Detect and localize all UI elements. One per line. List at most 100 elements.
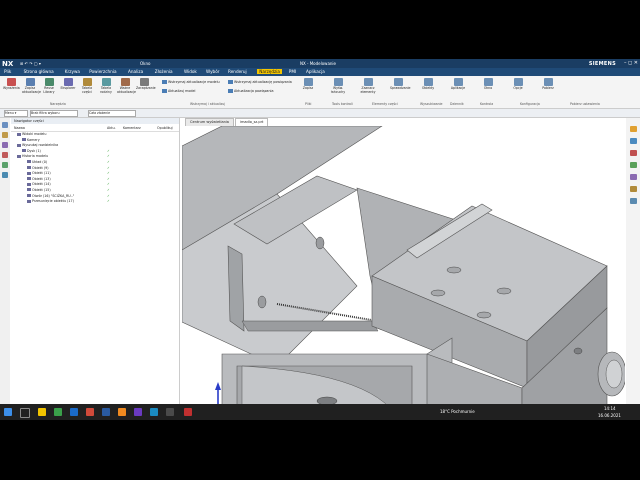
app-icon[interactable] [134,408,142,416]
selection-scope-dropdown[interactable]: Cała złożenie [88,110,136,117]
clock-time[interactable]: 14:14 [604,406,616,411]
clock-date[interactable]: 16.06.2021 [598,413,621,418]
ribbon-button-icon [393,78,403,86]
render-style-icon[interactable] [630,174,637,180]
column-header[interactable]: Opublikuj [157,126,173,130]
ribbon-button[interactable]: Wyrażenia [3,78,20,98]
ribbon-button[interactable]: Tabela rodziny [98,78,114,98]
ribbon-button[interactable]: Eksplorer [60,78,76,98]
ribbon-group-label: Wstrzymaj i aktualizuj [190,102,226,106]
ribbon-item[interactable]: Wstrzymaj aktualizacje modelu [162,80,220,84]
section-icon[interactable] [630,186,637,192]
ribbon-group-label: Konfiguracja [520,102,540,106]
tree-row[interactable]: Przesunięcie obiektu (17) ✓ [11,199,179,205]
start-icon[interactable] [4,408,12,416]
ribbon-item-icon [162,89,167,93]
menu-strona-główna[interactable]: Strona główna [24,69,54,74]
tree-row-label: Historia modelu [22,154,49,159]
pan-icon[interactable] [630,162,637,168]
ribbon-button[interactable]: Sprawdzanie [390,78,410,98]
selection-filter-dropdown[interactable]: Brak filtra wyboru [30,110,78,117]
ribbon-button-label: Wyrażenia [3,86,20,90]
graphics-window[interactable] [181,125,627,420]
weather-widget[interactable]: 18°C Pochmurnie [440,409,475,414]
selection-bar: Menu ▾ Brak filtra wyboru Cała złożenie [0,109,640,118]
feature-icon [27,194,31,198]
ribbon-button-icon [101,78,111,86]
file-explorer-icon[interactable] [38,408,46,416]
menu-wybór[interactable]: Wybór [206,69,220,74]
tree-row-label: Obiekt (11) [32,171,51,176]
ribbon-button[interactable]: Reuse Library [41,78,57,98]
ribbon-button[interactable]: Pobierz [540,78,556,98]
ribbon-group-label: Pobierz ustawienia [570,102,600,106]
ribbon-button[interactable]: Opcje [510,78,526,98]
ribbon-button[interactable]: Obiekty [420,78,436,98]
column-header[interactable]: Aktu. [107,126,116,130]
feature-icon [17,132,21,136]
search-icon[interactable] [20,408,30,418]
menu-renderuj[interactable]: Renderuj [228,69,247,74]
ribbon-button[interactable]: Ważne aktualizacje [117,78,136,98]
feature-icon [17,154,21,158]
tree-row-label: Wyszukaj rozdzielnika [22,143,59,148]
window-title: NX - Modelowanie [300,61,337,66]
menu-powierzchnia[interactable]: Powierzchnia [89,69,116,74]
window-controls[interactable]: – ◻ ✕ [624,60,638,66]
zoom-icon[interactable] [630,138,637,144]
title-bar: NX ⊞ ↶ ↷ ▢ ▾ Okno NX - Modelowanie SIEME… [0,59,640,68]
menu-aplikacja[interactable]: Aplikacja [306,69,325,74]
tree-row-label: Obiekt (15) [32,187,51,192]
ribbon-item[interactable]: Wstrzymaj aktualizację powiązania [228,80,292,84]
ribbon-button[interactable]: Aplikacje [450,78,466,98]
ribbon-button[interactable]: Zapisz aktualizacje [22,78,41,98]
feature-icon [27,166,31,170]
app-icon[interactable] [118,408,126,416]
tab-display-center[interactable]: Centrum wyświetlania [185,118,234,126]
fit-view-icon[interactable] [630,126,637,132]
ribbon-item[interactable]: Aktualizacja powiązania [228,89,273,93]
menu-złożenia[interactable]: Złożenia [155,69,173,74]
layer-icon[interactable] [630,198,637,204]
quick-access-toolbar[interactable]: ⊞ ↶ ↷ ▢ ▾ [20,61,41,66]
menu-pmi[interactable]: PMI [289,69,296,74]
ribbon-item[interactable]: Aktualizuj model [162,89,195,93]
tab-imadlo[interactable]: imadlo_sz.prt [235,118,269,126]
column-header[interactable]: Komentarz [123,126,141,130]
menu-widok[interactable]: Widok [184,69,197,74]
menu-dropdown[interactable]: Menu ▾ [4,110,28,117]
ribbon-button[interactable]: Zarządzanie [136,78,156,98]
part-navigator-icon[interactable] [2,122,8,128]
nx-taskbar-icon[interactable] [184,408,192,416]
menu-analiza[interactable]: Analiza [128,69,143,74]
right-toolbar [626,118,640,418]
office-icon[interactable] [86,408,94,416]
app-icon[interactable] [150,408,158,416]
roles-icon[interactable] [2,172,8,178]
history-icon[interactable] [2,162,8,168]
ribbon-item-icon [228,89,233,93]
window-menu[interactable]: Okno [140,61,150,66]
ribbon-button[interactable]: Zapisz [300,78,316,98]
menu-plik[interactable]: Plik [4,69,11,74]
menu-krzywa[interactable]: Krzywa [65,69,80,74]
rotate-icon[interactable] [630,150,637,156]
tree-row-label: Otwór (16) "ŚCIŻKA_RU.." [32,193,75,198]
constraint-navigator-icon[interactable] [2,142,8,148]
app-icon[interactable] [166,408,174,416]
reuse-library-icon[interactable] [2,152,8,158]
ribbon-button[interactable]: Wyśw. łańcuchy [330,78,346,98]
ribbon-button-label: Sprawdzanie [390,86,411,90]
assembly-navigator-icon[interactable] [2,132,8,138]
ribbon-button[interactable]: Okno [480,78,496,98]
column-header[interactable]: Nazwa [14,126,25,130]
ribbon-button[interactable]: Tabela części [79,78,95,98]
vise-3d-model[interactable] [181,125,627,420]
menu-narzędzia[interactable]: Narzędzia [257,69,282,74]
navigator-columns: Nazwa Aktu. Komentarz Opublikuj [11,125,179,132]
edge-icon[interactable] [70,408,78,416]
teams-icon[interactable] [102,408,110,416]
browser-icon[interactable] [54,408,62,416]
ribbon-button[interactable]: Zaznacz elementy [360,78,376,98]
ribbon-button-icon [543,78,553,86]
